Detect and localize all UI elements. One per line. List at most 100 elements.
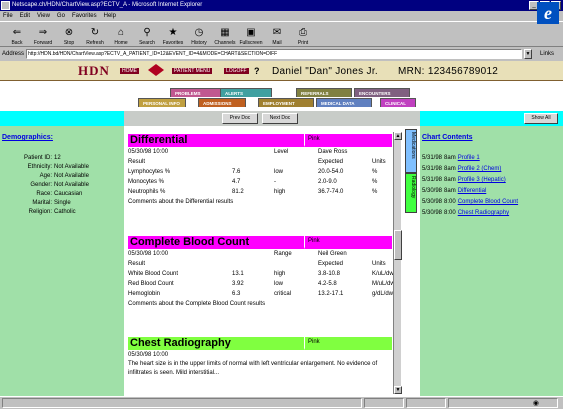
- tab-medications[interactable]: Medications: [405, 129, 417, 173]
- left-cyan-bar: [0, 111, 124, 126]
- cbc-col-expected: Expected: [318, 261, 344, 267]
- lab-row: Monocytes % 4.7 - 2.0-9.0%: [128, 177, 392, 187]
- status-zone-cell: [448, 398, 558, 408]
- channels-button[interactable]: ▦ Channels: [212, 22, 238, 47]
- print-icon: ⎙: [299, 27, 307, 38]
- menu-favorites[interactable]: Favorites: [72, 11, 97, 21]
- cbc-col-units: Units: [372, 261, 386, 267]
- document-scrollbar[interactable]: ▲ ▼: [393, 132, 402, 394]
- tab-employment[interactable]: EMPLOYMENT: [258, 98, 314, 107]
- cbc-header: Complete Blood Count Pink: [128, 236, 392, 249]
- mail-button[interactable]: ✉ Mail: [264, 22, 290, 47]
- lab-flag: high: [274, 271, 286, 277]
- cbc-col-result: Result: [128, 261, 146, 267]
- stop-button[interactable]: ⊗ Stop: [56, 22, 82, 47]
- toolbar-label: Refresh: [86, 40, 104, 46]
- favorites-icon: ★: [168, 27, 178, 38]
- print-button[interactable]: ⎙ Print: [290, 22, 316, 47]
- hdn-header: HDN HOME PATIENT MENU LOGOFF ? Daniel "D…: [0, 61, 563, 81]
- tab-clinical-data[interactable]: CLINICAL DATA: [380, 98, 416, 115]
- chart-item-link[interactable]: Profile 2 (Chem): [458, 166, 502, 172]
- chart-item-date: 5/30/98: [422, 199, 443, 205]
- cbc-section: Complete Blood Count Pink 05/30/98 10:00…: [128, 236, 395, 309]
- chart-item-link[interactable]: Profile 1: [458, 155, 480, 161]
- chart-contents-item: 5/30/98 8:00 Complete Blood Count: [422, 197, 562, 208]
- chest-flag: Pink: [304, 337, 392, 350]
- back-button[interactable]: ⇐ Back: [4, 22, 30, 47]
- back-arrow-icon[interactable]: [148, 64, 156, 76]
- chart-item-time: 8am: [444, 166, 456, 172]
- chart-item-link[interactable]: Profile 3 (Hepatic): [458, 177, 506, 183]
- address-input[interactable]: http://HDN.bd/HDN/ChartView.asp?ECTV_A_P…: [26, 48, 523, 59]
- scroll-up-icon[interactable]: ▲: [394, 132, 402, 140]
- forward-arrow-icon[interactable]: [156, 64, 164, 76]
- tab-radiology[interactable]: Radiology: [405, 173, 417, 213]
- demographics-title[interactable]: Demographics:: [2, 134, 53, 141]
- chart-item-time: 8:00: [444, 210, 456, 216]
- show-all-button[interactable]: Show All: [524, 113, 558, 124]
- tab-referrals[interactable]: REFERRALS: [296, 88, 352, 97]
- lab-flag: low: [274, 281, 284, 287]
- chart-item-time: 8am: [444, 188, 456, 194]
- chart-item-link[interactable]: Differential: [458, 188, 487, 194]
- chart-contents-item: 5/30/98 8:00 Chest Radiography: [422, 208, 562, 219]
- lab-units: g/dL/dw: [372, 291, 394, 297]
- tab-alerts[interactable]: ALERTS: [220, 88, 272, 97]
- toolbar-label: Stop: [63, 40, 75, 46]
- chart-item-date: 5/31/98: [422, 166, 443, 172]
- menu-edit[interactable]: Edit: [20, 11, 30, 21]
- menu-file[interactable]: File: [3, 11, 13, 21]
- menu-view[interactable]: View: [37, 11, 50, 21]
- demographics-value: Caucasian: [54, 191, 83, 197]
- toolbar-label: History: [191, 40, 207, 46]
- demographics-list: Patient ID: 12 Ethnicity: Not Available Age:…: [0, 154, 124, 217]
- home-button[interactable]: ⌂ Home: [108, 22, 134, 47]
- browser-window-icon: [1, 1, 10, 10]
- chart-item-date: 5/31/98: [422, 177, 443, 183]
- menu-go[interactable]: Go: [57, 11, 65, 21]
- scroll-down-icon[interactable]: ▼: [394, 386, 402, 394]
- chart-contents-item: 5/31/98 8am Profile 3 (Hepatic): [422, 175, 562, 186]
- lab-flag: low: [274, 169, 284, 175]
- lab-range: 20.0-54.0: [318, 169, 344, 175]
- home-link[interactable]: HOME: [120, 68, 139, 74]
- prev-doc-button[interactable]: Prev Doc: [222, 113, 258, 124]
- tab-medical-data[interactable]: MEDICAL DATA: [316, 98, 372, 107]
- patient-menu-link[interactable]: PATIENT MENU: [172, 68, 213, 74]
- search-button[interactable]: ⚲ Search: [134, 22, 160, 47]
- history-icon: ◷: [194, 27, 204, 38]
- tab-problems[interactable]: PROBLEMS: [170, 88, 222, 97]
- tab-encounters[interactable]: ENCOUNTERS: [354, 88, 410, 97]
- chest-header: Chest Radiography Pink: [128, 337, 392, 350]
- help-icon[interactable]: ?: [254, 66, 260, 76]
- forward-button[interactable]: ⇒ Forward: [30, 22, 56, 47]
- chart-item-date: 5/30/98: [422, 210, 443, 216]
- tab-personal-info[interactable]: PERSONAL INFO: [138, 98, 186, 107]
- address-dropdown-icon[interactable]: ▼: [524, 48, 533, 59]
- links-button[interactable]: Links: [540, 51, 554, 57]
- demographics-value: Single: [54, 200, 71, 206]
- next-doc-button[interactable]: Next Doc: [262, 113, 298, 124]
- refresh-button[interactable]: ↻ Refresh: [82, 22, 108, 47]
- favorites-button[interactable]: ★ Favorites: [160, 22, 186, 47]
- toolbar-label: Back: [11, 40, 23, 46]
- tab-admissions[interactable]: ADMISSIONS: [198, 98, 246, 107]
- toolbar-label: Search: [139, 40, 155, 46]
- logoff-link[interactable]: LOGOFF: [224, 68, 249, 74]
- scroll-thumb[interactable]: [394, 230, 402, 260]
- toolbar-label: Favorites: [162, 40, 184, 46]
- chart-contents-list: 5/31/98 8am Profile 1 5/31/98 8am Profile 2 (…: [422, 153, 562, 219]
- demographics-key: Ethnicity:: [27, 164, 52, 170]
- lab-val: 7.6: [232, 169, 241, 175]
- history-button[interactable]: ◷ History: [186, 22, 212, 47]
- chart-item-link[interactable]: Complete Blood Count: [458, 199, 518, 205]
- lab-val: 6.3: [232, 291, 241, 297]
- differential-col-expected: Expected: [318, 159, 344, 165]
- lab-row: Red Blood Count 3.92 low 4.2-5.8 M/uL/dw: [128, 279, 395, 289]
- lab-val: 4.7: [232, 179, 241, 185]
- fullscreen-button[interactable]: ▣ Fullscreen: [238, 22, 264, 47]
- differential-col-level: Level: [274, 149, 289, 155]
- demographics-row: Race: Caucasian: [0, 190, 124, 199]
- chart-item-link[interactable]: Chest Radiography: [458, 210, 509, 216]
- menu-help[interactable]: Help: [104, 11, 116, 21]
